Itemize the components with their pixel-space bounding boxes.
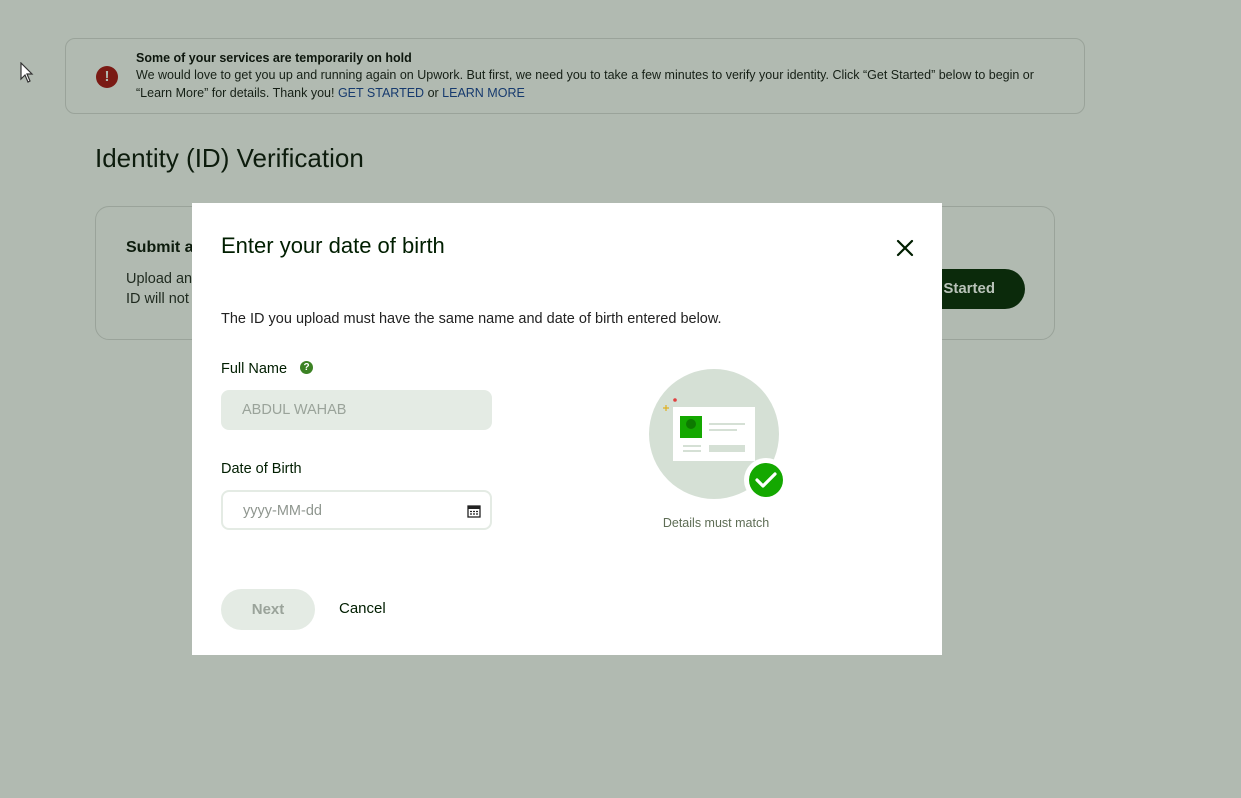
calendar-icon[interactable] <box>467 504 481 518</box>
next-button[interactable]: Next <box>221 589 315 630</box>
card-text: Upload an ID will not <box>126 269 196 309</box>
date-of-birth-label: Date of Birth <box>221 461 302 477</box>
get-started-link[interactable]: GET STARTED <box>338 86 424 100</box>
full-name-label: Full Name <box>221 361 288 377</box>
identity-hold-alert: ! Some of your services are temporarily … <box>65 38 1085 114</box>
card-title: Submit a <box>126 239 194 256</box>
date-of-birth-input[interactable]: yyyy-MM-dd <box>221 490 492 530</box>
modal-intro-text: The ID you upload must have the same nam… <box>221 311 722 327</box>
alert-title: Some of your services are temporarily on… <box>136 51 412 65</box>
date-of-birth-placeholder: yyyy-MM-dd <box>243 503 322 519</box>
help-icon[interactable]: ? <box>300 361 313 374</box>
page-title: Identity (ID) Verification <box>95 143 364 173</box>
alert-body-line1: We would love to get you up and running … <box>136 68 1034 82</box>
alert-or-text: or <box>424 86 443 100</box>
id-card-match-illustration <box>649 369 787 502</box>
modal-title: Enter your date of birth <box>221 233 445 258</box>
cancel-button[interactable]: Cancel <box>339 600 386 617</box>
full-name-value: ABDUL WAHAB <box>242 402 347 418</box>
illustration-caption: Details must match <box>662 516 770 530</box>
card-text-line1: Upload an <box>126 271 193 287</box>
alert-body-line2: “Learn More” for details. Thank you! <box>136 86 338 100</box>
mouse-cursor-icon <box>20 62 34 83</box>
close-icon[interactable] <box>892 235 918 261</box>
learn-more-link[interactable]: LEARN MORE <box>442 86 525 100</box>
exclamation-icon: ! <box>96 66 118 88</box>
card-text-line2: ID will not <box>126 291 189 307</box>
alert-body: We would love to get you up and running … <box>136 66 1064 102</box>
date-of-birth-modal: Enter your date of birth The ID you uplo… <box>192 203 942 655</box>
full-name-field: ABDUL WAHAB <box>221 390 492 430</box>
